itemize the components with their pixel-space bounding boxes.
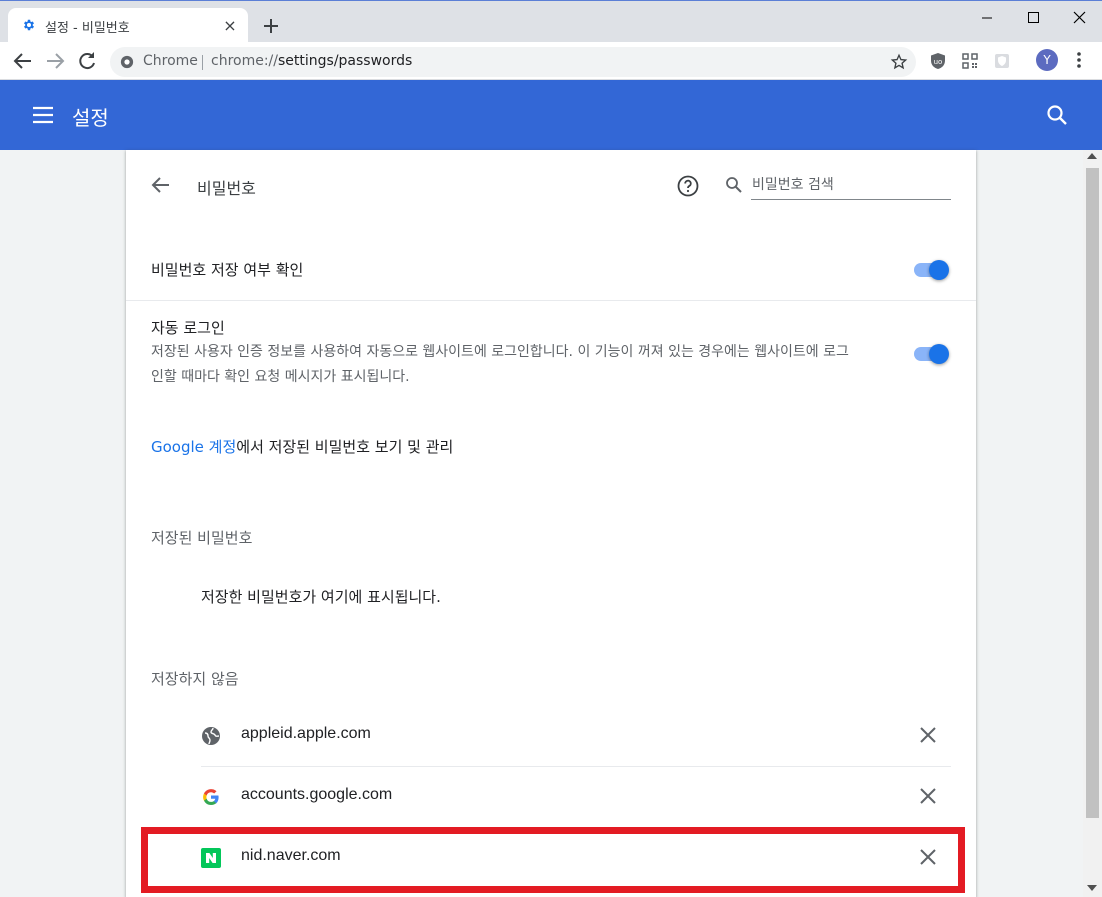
back-arrow-icon[interactable] [11,49,35,73]
offer-to-save-label: 비밀번호 저장 여부 확인 [151,261,304,279]
list-item: appleid.apple.com [201,706,951,766]
divider [126,300,976,301]
site-chip: Chrome [143,53,198,69]
new-tab-icon[interactable] [260,15,282,37]
google-account-suffix: 에서 저장된 비밀번호 보기 및 관리 [236,438,454,456]
auto-signin-label: 자동 로그인 [151,319,225,337]
never-saved-heading: 저장하지 않음 [151,670,239,688]
scrollbar[interactable] [1083,150,1102,897]
remove-exception-icon[interactable] [917,724,939,746]
highlight-box [141,827,965,893]
google-account-row: Google 계정에서 저장된 비밀번호 보기 및 관리 [151,436,453,457]
menu-icon[interactable] [33,106,53,124]
address-bar[interactable]: Chrome chrome://settings/passwords [110,47,916,77]
search-icon [726,177,742,193]
scroll-thumb[interactable] [1086,168,1099,818]
globe-icon [202,727,220,745]
site-host: appleid.apple.com [241,725,371,742]
gear-icon [24,19,34,31]
bookmark-star-icon[interactable] [890,53,908,71]
tab-title: 설정 - 비밀번호 [45,21,130,36]
forward-arrow-icon[interactable] [43,49,67,73]
tab-settings-passwords[interactable]: 설정 - 비밀번호 × [8,8,248,44]
back-arrow-icon[interactable] [150,174,172,196]
scroll-down-arrow-icon[interactable] [1087,885,1097,891]
help-icon[interactable] [677,175,699,197]
google-account-link[interactable]: Google 계정 [151,438,236,456]
site-host: accounts.google.com [241,786,393,803]
toggle-knob [929,260,949,280]
saved-passwords-empty-message: 저장한 비밀번호가 여기에 표시됩니다. [201,588,441,606]
list-item: accounts.google.com [201,767,951,827]
maximize-icon[interactable] [1010,5,1056,31]
auto-signin-toggle[interactable] [912,342,952,366]
page-title: 비밀번호 [197,179,256,198]
google-icon [203,789,219,805]
reload-icon[interactable] [75,49,99,73]
saved-passwords-heading: 저장된 비밀번호 [151,529,253,547]
tab-close-icon[interactable]: × [220,16,240,36]
ublock-extension-icon[interactable]: uo [929,52,947,70]
more-options-icon[interactable] [1071,50,1087,70]
settings-title: 설정 [72,106,109,130]
profile-avatar[interactable]: Y [1036,49,1058,71]
omnibox-separator [202,55,203,70]
qr-code-extension-icon[interactable] [961,52,979,70]
password-search-input[interactable] [751,170,951,200]
offer-to-save-toggle[interactable] [912,258,952,282]
search-icon[interactable] [1046,104,1068,126]
auto-signin-description: 저장된 사용자 인증 정보를 사용하여 자동으로 웹사이트에 로그인합니다. 이… [151,344,849,385]
svg-text:uo: uo [934,58,943,66]
toggle-knob [929,344,949,364]
url-text[interactable]: chrome://settings/passwords [211,53,412,69]
browser-toolbar: Chrome chrome://settings/passwords uo Y [0,42,1102,80]
shield-extension-icon[interactable] [993,52,1011,70]
passwords-card: 비밀번호 비밀번호 저장 여부 확인 자동 로그인 저장된 사용자 인증 정보를… [126,150,976,897]
chrome-icon[interactable] [120,55,134,69]
remove-exception-icon[interactable] [917,785,939,807]
minimize-icon[interactable] [964,5,1010,31]
tab-strip: 설정 - 비밀번호 × [0,0,1102,44]
scroll-up-arrow-icon[interactable] [1087,153,1097,159]
settings-header: 설정 [0,80,1102,150]
window-close-icon[interactable] [1056,5,1102,31]
